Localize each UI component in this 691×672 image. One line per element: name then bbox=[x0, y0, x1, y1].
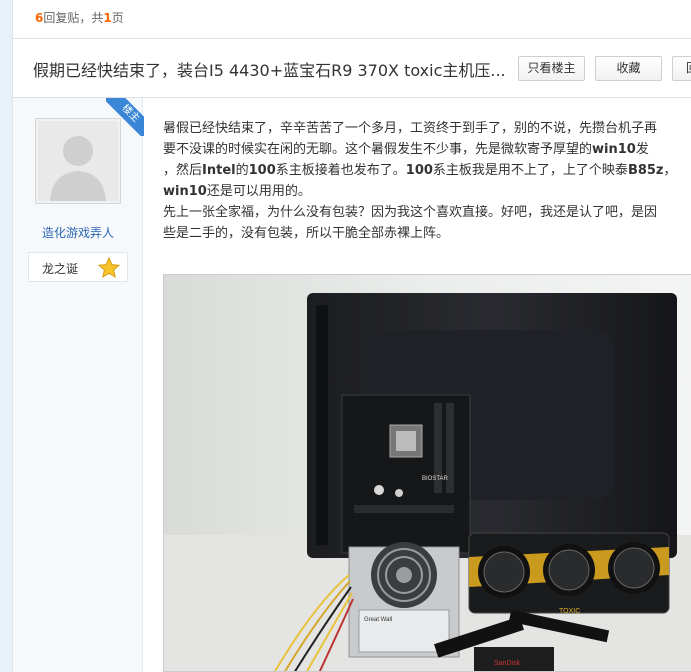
page-count[interactable]: 1 bbox=[103, 11, 111, 25]
board-label: BIOSTAR bbox=[422, 476, 449, 482]
post-content: 暑假已经快结束了，辛辛苦苦了一个多月，工资终于到手了，别的不说，先攒台机子再 要… bbox=[163, 118, 691, 244]
reply-text: 回复贴，共 bbox=[43, 11, 104, 25]
post-bold-text: 100 bbox=[405, 163, 433, 178]
post-bold-text: 100 bbox=[248, 163, 276, 178]
post-line: ，然后Intel的100系主板接着也发布了。100系主板我是用不上了，上了个映泰… bbox=[163, 160, 691, 181]
user-level-label: 龙之诞 bbox=[42, 262, 79, 276]
thread-title-bar: 假期已经快结束了，装台I5 4430+蓝宝石R9 370X toxic主机压..… bbox=[13, 38, 691, 98]
graphics-card: TOXIC bbox=[468, 532, 670, 615]
gpu-label: TOXIC bbox=[559, 608, 580, 615]
post-line: 要不没课的时候实在闲的无聊。这个暑假发生不少事，先是微软寄予厚望的win10发 bbox=[163, 139, 691, 160]
post-text: 系主板接着也发布了。 bbox=[275, 163, 406, 178]
left-margin-strip bbox=[0, 0, 13, 672]
op-badge-label: 楼主 bbox=[106, 98, 144, 136]
post-bold-text: Intel bbox=[202, 163, 236, 178]
page-text: 页 bbox=[111, 11, 124, 25]
post-text: 些是二手的，没有包装，所以干脆全部赤裸上阵。 bbox=[163, 226, 450, 241]
favorite-button[interactable]: 收藏 bbox=[595, 56, 662, 81]
reply-summary: 6回复贴，共1页 bbox=[35, 9, 124, 26]
post-text: 暑假已经快结束了，辛辛苦苦了一个多月，工资终于到手了，别的不说，先攒台机子再 bbox=[163, 121, 658, 136]
user-level-box[interactable]: 龙之诞 bbox=[28, 252, 128, 282]
op-badge: 楼主 bbox=[106, 98, 144, 136]
post-photo[interactable]: BIOSTAR Great Wall TOXIC SanDisk bbox=[163, 274, 691, 672]
psu-label: Great Wall bbox=[364, 617, 392, 623]
post-line: 先上一张全家福，为什么没有包装？因为我这个喜欢直接。好吧，我还是认了吧，是因 bbox=[163, 202, 691, 223]
post-bold-text: B85z bbox=[627, 163, 664, 178]
post-line: 些是二手的，没有包装，所以干脆全部赤裸上阵。 bbox=[163, 223, 691, 244]
ssd-label: SanDisk bbox=[494, 660, 521, 667]
post-text: 的 bbox=[235, 163, 249, 178]
post-text: 系主板我是用不上了，上了个映泰 bbox=[432, 163, 628, 178]
post-bold-text: win10 bbox=[592, 142, 636, 157]
post-line: win10还是可以用用的。 bbox=[163, 181, 691, 202]
reply-button[interactable]: 回 bbox=[672, 56, 691, 81]
post-text: ， bbox=[663, 163, 677, 178]
post-line: 暑假已经快结束了，辛辛苦苦了一个多月，工资终于到手了，别的不说，先攒台机子再 bbox=[163, 118, 691, 139]
post-bold-text: win10 bbox=[163, 184, 207, 199]
reply-count-bar: 6回复贴，共1页 bbox=[13, 0, 691, 38]
post-text: 要不没课的时候实在闲的无聊。这个暑假发生不少事，先是微软寄予厚望的 bbox=[163, 142, 593, 157]
post-text: ，然后 bbox=[163, 163, 203, 178]
star-icon bbox=[97, 256, 121, 279]
pc-components-photo: BIOSTAR Great Wall TOXIC SanDisk bbox=[164, 275, 691, 671]
thread-title: 假期已经快结束了，装台I5 4430+蓝宝石R9 370X toxic主机压..… bbox=[33, 61, 506, 80]
post-text: 发 bbox=[635, 142, 649, 157]
post-text: 还是可以用用的。 bbox=[206, 184, 311, 199]
author-sidebar: 楼主 造化游戏弄人 龙之诞 bbox=[13, 98, 144, 672]
post-text: 先上一张全家福，为什么没有包装？因为我这个喜欢直接。好吧，我还是认了吧，是因 bbox=[163, 205, 658, 220]
only-op-button[interactable]: 只看楼主 bbox=[518, 56, 585, 81]
author-name-link[interactable]: 造化游戏弄人 bbox=[13, 224, 143, 241]
